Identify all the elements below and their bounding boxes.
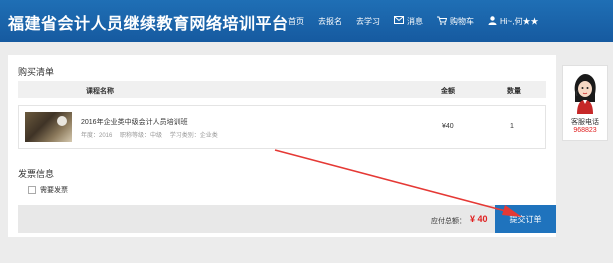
annotation-arrow [274, 149, 522, 217]
